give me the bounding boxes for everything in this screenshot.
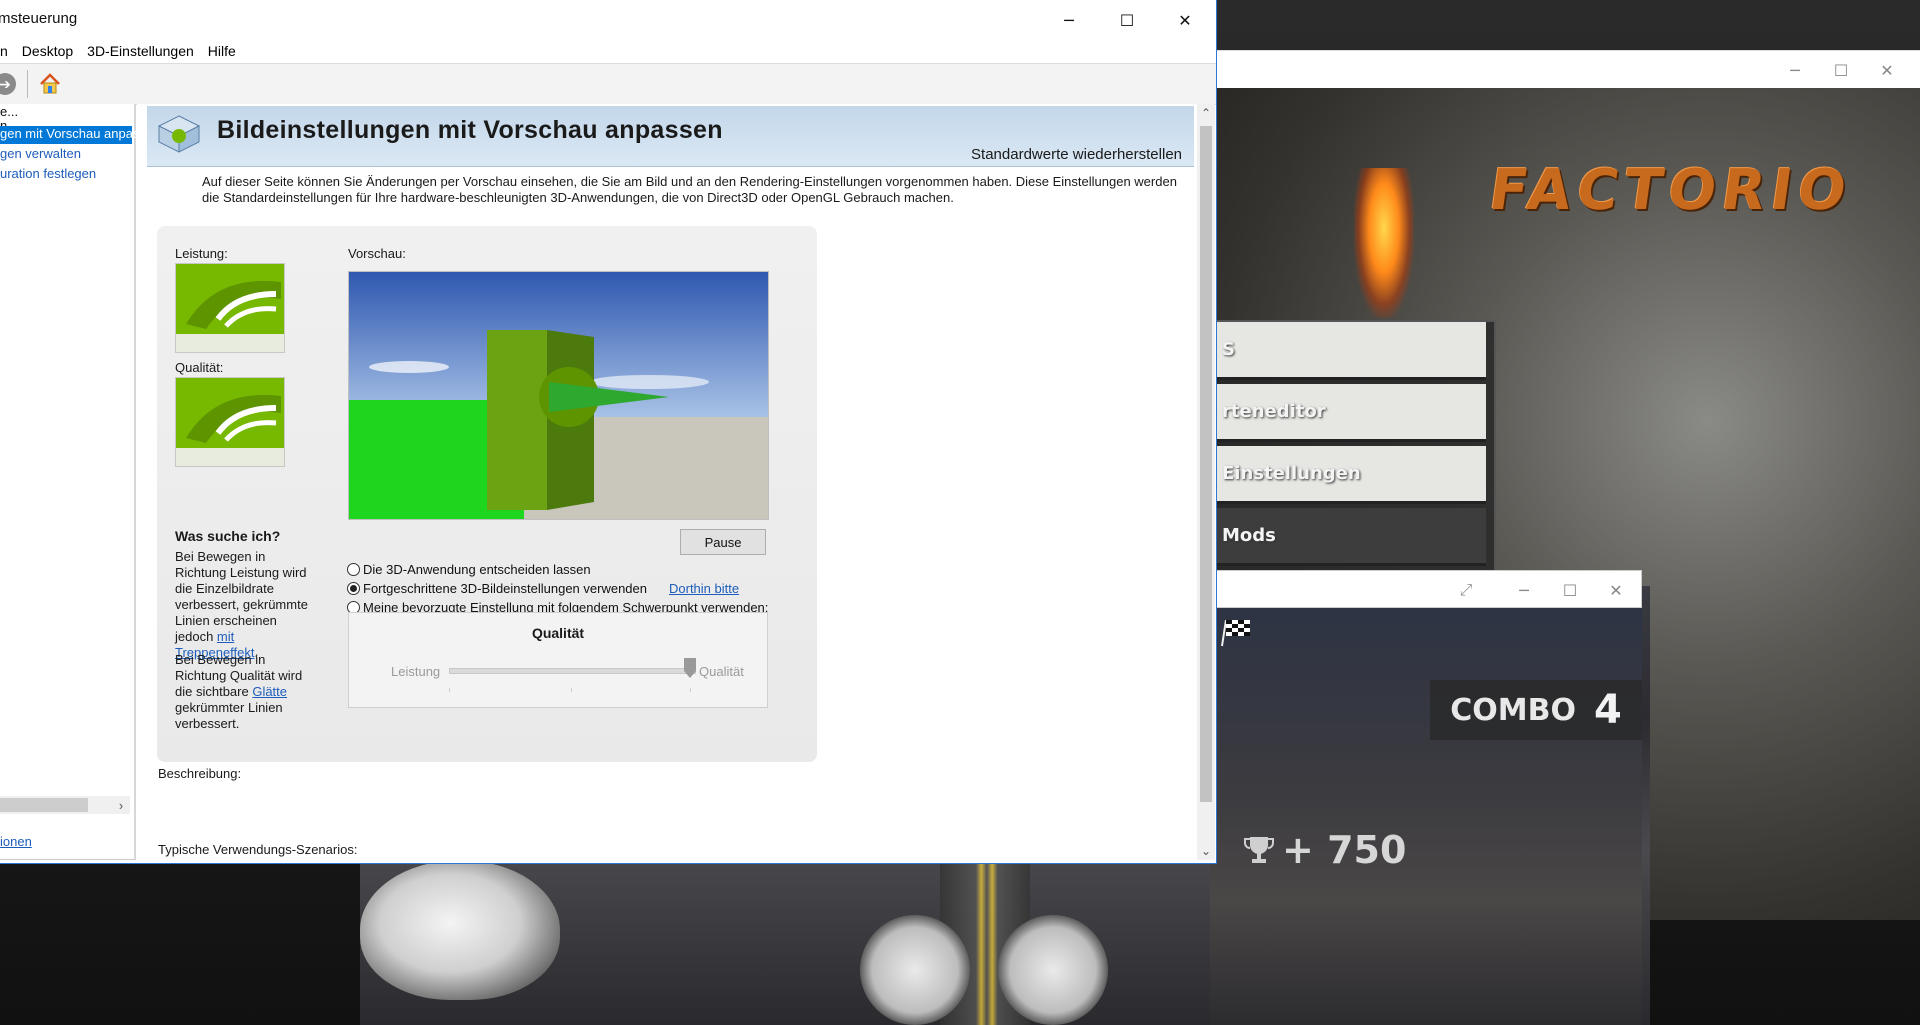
radio-button[interactable] (347, 563, 360, 576)
slider-tick (571, 688, 572, 692)
nvidia-titlebar[interactable]: msteuerung ─ ☐ ✕ (0, 0, 1216, 40)
chevron-up-icon[interactable]: ⌃ (1197, 104, 1215, 122)
close-button[interactable]: ✕ (1156, 0, 1214, 40)
preview-panel: Leistung: Qualität: Was suche ich? Bei B… (157, 226, 817, 762)
slider-right-label: Qualität (699, 664, 744, 679)
tachometer-gauge (998, 915, 1108, 1025)
factorio-close-button[interactable]: ✕ (1864, 51, 1910, 89)
scrollbar-thumb[interactable] (1200, 126, 1212, 802)
minimize-button[interactable]: ─ (1040, 0, 1098, 40)
factorio-menu-item[interactable]: rteneditor (1210, 384, 1486, 442)
tree-horizontal-scrollbar[interactable]: › (0, 796, 130, 814)
help-text: Bei Bewegen in Richtung Leistung wird di… (175, 549, 308, 644)
restore-defaults-link[interactable]: Standardwerte wiederherstellen (971, 146, 1182, 163)
quality-thumbnail (175, 377, 285, 467)
trophy-icon (1244, 837, 1274, 863)
factorio-menu-item[interactable]: Einstellungen (1210, 446, 1486, 504)
left-mirror (360, 860, 560, 1000)
radio-label: Fortgeschrittene 3D-Bildeinstellungen ve… (363, 581, 647, 596)
slider-tick (449, 688, 450, 692)
maximize-button[interactable]: ☐ (1098, 0, 1156, 40)
slider-left-label: Leistung (391, 664, 441, 679)
pause-button[interactable]: Pause (680, 529, 766, 555)
window-title: msteuerung (0, 10, 78, 27)
radio-button-selected[interactable] (347, 582, 360, 595)
nvidia-control-panel-window[interactable]: msteuerung ─ ☐ ✕ n Desktop 3D-Einstellun… (0, 0, 1217, 864)
chevron-down-icon[interactable]: ⌄ (1197, 842, 1215, 860)
menu-item-3d-settings[interactable]: 3D-Einstellungen (80, 43, 201, 59)
toolbar: ➔ (0, 63, 1216, 105)
moto-game-window[interactable]: ⤢ ─ ☐ ✕ COMBO 4 (1210, 570, 1642, 1025)
3d-preview-image (349, 272, 768, 519)
slider-heading: Qualität (531, 625, 585, 641)
scroll-right-arrow-icon[interactable]: › (112, 796, 130, 814)
moto-titlebar[interactable]: ⤢ ─ ☐ ✕ (1210, 570, 1642, 608)
flame-effect (1354, 168, 1414, 318)
radio-let-app-decide[interactable]: Die 3D-Anwendung entscheiden lassen (347, 562, 591, 577)
navigation-tree: e... n gen mit Vorschau anpas gen verwal… (0, 104, 139, 860)
slider-thumb[interactable] (684, 658, 696, 678)
performance-thumbnail (175, 263, 285, 353)
toolbar-separator (27, 70, 28, 98)
menu-item[interactable]: n (0, 43, 15, 59)
3d-settings-icon (157, 115, 201, 153)
menu-bar: n Desktop 3D-Einstellungen Hilfe (0, 40, 1216, 62)
go-there-link[interactable]: Dorthin bitte (669, 581, 739, 596)
factorio-menu-item[interactable]: Mods (1210, 508, 1486, 566)
smoothness-link[interactable]: Glätte (252, 684, 287, 699)
checkered-flag-icon (1221, 619, 1250, 647)
tree-item[interactable]: e... (0, 104, 18, 119)
vertical-scrollbar[interactable]: ⌃ ⌄ (1197, 104, 1215, 860)
3d-preview-viewport (348, 271, 769, 520)
home-icon[interactable] (38, 72, 62, 96)
score-value: + 750 (1282, 828, 1407, 872)
combo-label: COMBO (1450, 692, 1576, 728)
quality-label: Qualität: (175, 360, 224, 375)
help-text-quality: Bei Bewegen in Richtung Qualität wird di… (175, 652, 315, 732)
preview-label: Vorschau: (348, 246, 406, 261)
arrow-right-icon: ➔ (0, 75, 11, 92)
factorio-menu-item[interactable]: S (1210, 322, 1486, 380)
combo-value: 4 (1593, 687, 1622, 733)
radio-advanced-settings[interactable]: Fortgeschrittene 3D-Bildeinstellungen ve… (347, 581, 739, 596)
moto-minimize-button[interactable]: ─ (1501, 571, 1547, 609)
page-title: Bildeinstellungen mit Vorschau anpassen (217, 116, 723, 144)
combo-counter: COMBO 4 (1430, 680, 1642, 740)
page-description: Auf dieser Seite können Sie Änderungen p… (202, 174, 1177, 205)
help-text-performance: Bei Bewegen in Richtung Leistung wird di… (175, 549, 315, 661)
page-content: Bildeinstellungen mit Vorschau anpassen … (137, 104, 1215, 860)
nvidia-eye-icon (176, 264, 284, 352)
description-label: Beschreibung: (158, 766, 242, 781)
system-info-link[interactable]: ionen (0, 834, 32, 849)
expand-icon[interactable]: ⤢ (1443, 571, 1489, 609)
typical-usage-label: Typische Verwendungs-Szenarios: (158, 842, 358, 857)
quality-slider-box: Qualität Leistung Qualität (348, 612, 768, 708)
factorio-maximize-button[interactable]: ☐ (1818, 51, 1864, 89)
moto-close-button[interactable]: ✕ (1593, 571, 1639, 609)
menu-item-help[interactable]: Hilfe (201, 43, 243, 59)
forward-button[interactable]: ➔ (0, 73, 16, 95)
tree-item[interactable]: gen verwalten (0, 146, 81, 161)
nvidia-eye-icon (176, 378, 284, 466)
tree-item-selected[interactable]: gen mit Vorschau anpas (0, 126, 139, 144)
page-header: Bildeinstellungen mit Vorschau anpassen … (147, 106, 1194, 167)
speedometer-gauge (860, 915, 970, 1025)
moto-game-viewport[interactable]: COMBO 4 (1210, 608, 1642, 1025)
help-heading: Was suche ich? (175, 528, 281, 544)
moto-maximize-button[interactable]: ☐ (1547, 571, 1593, 609)
score-display: + 750 (1242, 828, 1406, 872)
performance-label: Leistung: (175, 246, 228, 261)
menu-item-desktop[interactable]: Desktop (15, 43, 80, 59)
factorio-titlebar[interactable]: ─ ☐ ✕ (1210, 50, 1920, 89)
factorio-minimize-button[interactable]: ─ (1772, 51, 1818, 89)
help-text: gekrümmter Linien verbessert. (175, 700, 283, 731)
slider-tick (690, 688, 691, 692)
scrollbar-thumb[interactable] (0, 798, 88, 812)
slider-track[interactable] (449, 668, 696, 674)
radio-label: Die 3D-Anwendung entscheiden lassen (363, 562, 591, 577)
factorio-logo: FACTORIO (1485, 158, 1857, 223)
tree-item[interactable]: uration festlegen (0, 166, 96, 181)
